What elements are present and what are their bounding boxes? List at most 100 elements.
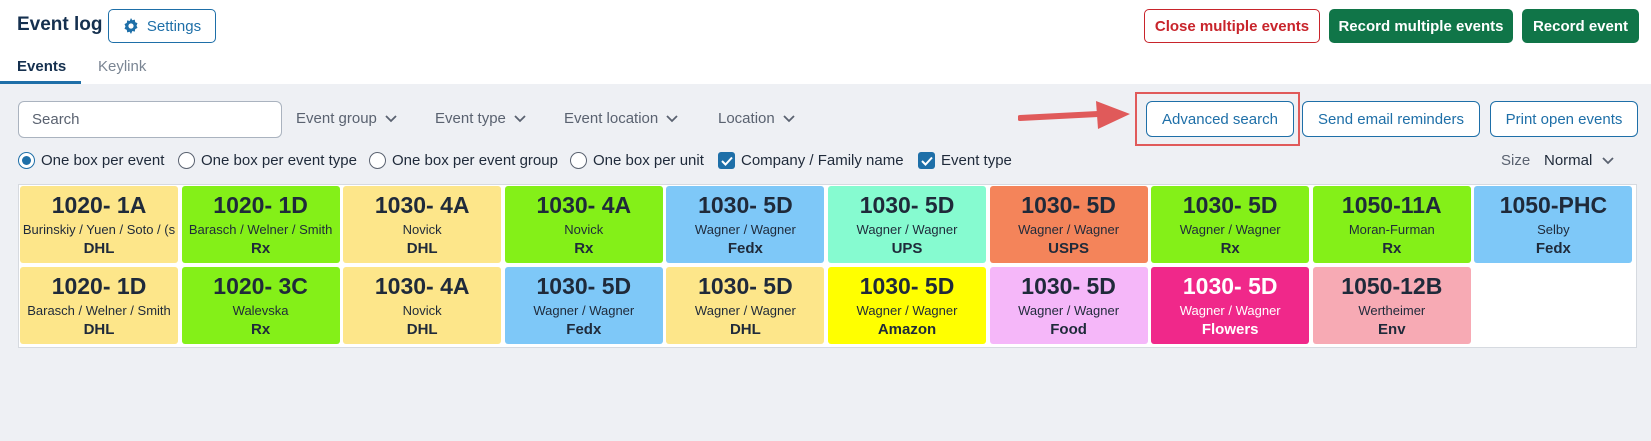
event-tile[interactable]: 1020- 3C Walevska Rx [181,266,340,344]
record-event-button[interactable]: Record event [1522,9,1639,43]
radio-one-box-per-unit[interactable]: One box per unit [570,152,704,169]
radio-label: One box per event type [201,152,357,169]
event-type: Fedx [1535,240,1571,257]
radio-icon [369,152,386,169]
event-type: DHL [83,320,115,338]
event-tile[interactable]: 1030- 5D Wagner / Wagner Rx [1151,186,1310,263]
event-type: DHL [406,240,438,257]
event-family-name: Novick [564,222,604,237]
event-type-label: Event type [435,110,506,127]
chevron-down-icon [1602,156,1614,164]
event-type: Env [1378,320,1406,338]
event-grid: 1020- 1A Burinskiy / Yuen / Soto / (s DHL 1… [18,184,1637,348]
event-tile[interactable]: 1030- 5D Wagner / Wagner USPS [989,186,1148,263]
event-unit: 1050-PHC [1499,192,1608,218]
event-tile[interactable]: 1020- 1D Barasch / Welner / Smith Rx [181,186,340,263]
event-unit: 1030- 5D [1182,272,1278,299]
checkbox-checked-icon [718,152,735,169]
radio-one-box-per-event[interactable]: One box per event [18,152,164,169]
event-family-name: Wagner / Wagner [856,302,958,318]
event-unit: 1030- 5D [859,192,955,218]
radio-selected-icon [18,152,35,169]
event-family-name: Wagner / Wagner [856,222,958,237]
event-type: Fedx [727,240,763,257]
radio-icon [178,152,195,169]
event-family-name: Selby [1537,222,1570,237]
size-select[interactable]: Normal [1544,152,1614,169]
event-type: USPS [1048,240,1090,257]
event-family-name: Wagner / Wagner [1179,222,1281,237]
radio-label: One box per event [41,152,165,169]
record-multiple-events-button[interactable]: Record multiple events [1329,9,1513,43]
advanced-search-button[interactable]: Advanced search [1146,101,1294,137]
event-type: DHL [729,320,761,338]
event-location-dropdown[interactable]: Event location [564,110,678,127]
checkbox-label: Company / Family name [741,152,904,169]
event-unit: 1030- 5D [859,272,955,299]
event-family-name: Barasch / Welner / Smith [188,222,333,237]
event-type: Rx [1382,240,1402,257]
radio-one-box-per-event-type[interactable]: One box per event type [178,152,357,169]
event-family-name: Wagner / Wagner [1179,302,1281,318]
event-family-name: Wertheimer [1358,302,1426,318]
checkbox-company-family-name[interactable]: Company / Family name [718,152,904,169]
event-family-name: Walevska [232,302,289,318]
chevron-down-icon [514,114,526,122]
event-group-dropdown[interactable]: Event group [296,110,397,127]
event-type: Food [1050,320,1087,338]
event-family-name: Wagner / Wagner [694,302,796,318]
event-type: Rx [1220,240,1240,257]
event-tile[interactable]: 1030- 5D Wagner / Wagner Flowers [1151,266,1310,344]
event-tile[interactable]: 1050-PHC Selby Fedx [1474,186,1633,263]
chevron-down-icon [385,114,397,122]
tab-events[interactable]: Events [17,58,66,75]
event-tile[interactable]: 1030- 5D Wagner / Wagner Food [989,266,1148,344]
event-tile[interactable]: 1030- 5D Wagner / Wagner DHL [666,266,825,344]
event-family-name: Novick [402,302,442,318]
event-type: Flowers [1201,320,1259,338]
event-family-name: Burinskiy / Yuen / Soto / (s [22,222,176,237]
event-tile[interactable]: 1020- 1D Barasch / Welner / Smith DHL [20,266,178,344]
event-tile[interactable]: 1030- 5D Wagner / Wagner Fedx [666,186,825,263]
settings-label: Settings [146,17,202,35]
event-tile[interactable]: 1030- 4A Novick DHL [343,266,502,344]
event-unit: 1050-12B [1341,272,1443,299]
event-tile[interactable]: 1050-11A Moran-Furman Rx [1312,186,1471,263]
event-type: Rx [251,240,271,257]
chevron-down-icon [783,114,795,122]
event-tile[interactable]: 1030- 5D Wagner / Wagner Amazon [828,266,986,344]
size-label: Size [1501,152,1531,169]
checkbox-event-type[interactable]: Event type [918,152,1012,169]
event-unit: 1030- 5D [698,272,793,299]
event-type: Fedx [566,320,602,338]
tab-keylink[interactable]: Keylink [98,58,146,75]
event-family-name: Wagner / Wagner [1018,302,1120,318]
event-tile[interactable]: 1050-12B Wertheimer Env [1312,266,1471,344]
close-multiple-events-button[interactable]: Close multiple events [1144,9,1320,43]
radio-one-box-per-event-group[interactable]: One box per event group [369,152,558,169]
event-tile[interactable]: 1030- 4A Novick DHL [343,186,502,263]
radio-label: One box per unit [593,152,704,169]
event-unit: 1030- 5D [1021,272,1116,299]
settings-button[interactable]: Settings [108,9,216,43]
page-title: Event log [17,14,103,35]
event-family-name: Novick [402,222,442,237]
event-family-name: Wagner / Wagner [694,222,796,237]
arrow-icon [1018,101,1130,129]
search-input[interactable] [18,101,282,138]
event-tile[interactable]: 1030- 4A Novick Rx [504,186,663,263]
event-type-dropdown[interactable]: Event type [435,110,526,127]
event-unit: 1030- 4A [536,192,632,218]
event-unit: 1050-11A [1341,192,1442,218]
location-dropdown[interactable]: Location [718,110,795,127]
event-unit: 1030- 4A [374,192,470,218]
event-location-label: Event location [564,110,659,127]
event-tile[interactable]: 1030- 5D Wagner / Wagner UPS [828,186,986,263]
chevron-down-icon [666,114,678,122]
print-open-events-button[interactable]: Print open events [1490,101,1638,137]
location-label: Location [718,110,775,127]
send-email-reminders-button[interactable]: Send email reminders [1302,101,1480,137]
event-tile[interactable]: 1020- 1A Burinskiy / Yuen / Soto / (s DHL [20,186,178,263]
event-unit: 1020- 1D [213,192,308,218]
event-tile[interactable]: 1030- 5D Wagner / Wagner Fedx [504,266,663,344]
